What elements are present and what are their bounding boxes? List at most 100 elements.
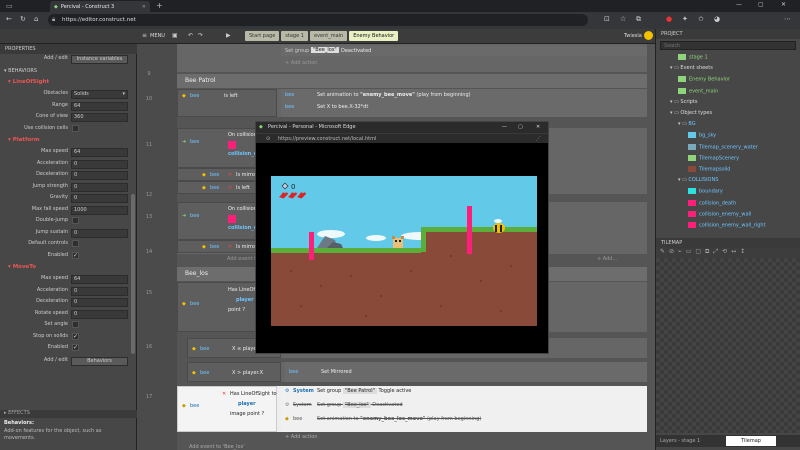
instance-variables-button[interactable]: Instance variables: [71, 55, 128, 64]
project-search-input[interactable]: [660, 41, 796, 50]
tab-event-main[interactable]: event_main: [309, 31, 348, 41]
scrollbar[interactable]: [131, 194, 135, 354]
project-tree-item[interactable]: stage 1: [678, 54, 708, 61]
tilemap-canvas[interactable]: [656, 258, 800, 433]
extensions-icon[interactable]: ✦: [682, 15, 688, 23]
checkbox[interactable]: ✓: [72, 344, 79, 351]
project-tree-item[interactable]: collision_enemy_wall: [688, 210, 751, 217]
extension-icon[interactable]: ●: [666, 15, 672, 23]
action-block[interactable]: bee Set animation to "enemy_bee_move" (p…: [281, 89, 647, 117]
property-value[interactable]: 0: [71, 159, 128, 169]
property-value[interactable]: 360: [71, 113, 128, 122]
undo-icon[interactable]: ↶: [188, 32, 193, 39]
behaviors-section-header[interactable]: ▾ BEHAVIORS: [0, 68, 130, 77]
property-value[interactable]: 0: [71, 171, 128, 180]
minimize-button[interactable]: —: [502, 122, 507, 133]
add-event-link[interactable]: Add event to 'Bee_los': [189, 444, 245, 450]
favorites-bar-icon[interactable]: ✩: [698, 15, 704, 23]
avatar[interactable]: [644, 31, 653, 40]
property-value[interactable]: 0: [71, 298, 128, 307]
project-tree-item[interactable]: ▾ ▭ COLLISIONS: [678, 177, 718, 183]
url-field[interactable]: 🔒︎ https://editor.construct.net: [48, 14, 588, 26]
project-tree-item[interactable]: ▾ ▭ Scripts: [670, 99, 698, 105]
new-tab-button[interactable]: +: [156, 1, 163, 10]
effects-header[interactable]: ▸ EFFECTS: [0, 410, 137, 418]
los-header[interactable]: ▾ LineOfSight: [8, 79, 49, 85]
favorite-icon[interactable]: ☆: [620, 15, 626, 23]
condition-block[interactable]: ◆ bee ✕ Has LineOfSight to player image …: [177, 386, 277, 432]
project-tree-item[interactable]: ▾ ▭ Event sheets: [670, 65, 713, 71]
close-button[interactable]: ✕: [536, 122, 540, 133]
checkbox[interactable]: ✓: [72, 251, 79, 259]
menu-icon[interactable]: ≡: [142, 32, 147, 39]
project-tree-item[interactable]: boundary: [688, 188, 723, 195]
maximize-button[interactable]: ▢: [758, 1, 764, 8]
collections-icon[interactable]: ⧉: [636, 15, 641, 24]
home-icon[interactable]: ⌂: [34, 15, 38, 23]
action-block[interactable]: Set group "Bee_los" Deactivated: [281, 46, 647, 56]
save-icon[interactable]: ▣: [172, 32, 178, 39]
tab-stage-1[interactable]: stage 1: [281, 31, 308, 41]
tab-actions-icon[interactable]: ▭: [6, 2, 13, 10]
condition-block[interactable]: ◆ bee is left: [177, 89, 277, 117]
property-value[interactable]: 64: [71, 148, 128, 157]
project-tree-item[interactable]: ▾ ▭ BG: [678, 121, 696, 127]
event-bee-is-left[interactable]: ◆ bee is left bee Set animation to "enem…: [177, 89, 647, 117]
project-tree-item[interactable]: ▾ ▭ Object types: [670, 110, 712, 116]
reader-icon[interactable]: ⊡: [604, 15, 610, 23]
tab-start-page[interactable]: Start page: [245, 31, 280, 41]
project-tree-item[interactable]: collision_death: [688, 199, 736, 206]
event-x-gt-player[interactable]: ◆ bee X > player.X bee Set Mirrored: [187, 362, 647, 382]
project-tree-item[interactable]: Tilemap_scenery_water: [688, 143, 758, 150]
minimize-button[interactable]: —: [736, 1, 742, 8]
checkbox[interactable]: [72, 217, 79, 224]
property-value[interactable]: 0: [71, 228, 128, 238]
action-block[interactable]: ⚙ System Set group "Bee Patrol" Toggle a…: [281, 386, 647, 432]
preview-play-icon[interactable]: ▶: [226, 32, 231, 39]
action-block[interactable]: bee Set Mirrored: [285, 362, 647, 382]
browser-tab[interactable]: ◆ Percival - Construct 3 ✕: [50, 1, 150, 12]
add-action-link[interactable]: + Add action: [285, 434, 317, 440]
condition-block[interactable]: ◆ bee X > player.X: [187, 362, 281, 382]
more-icon[interactable]: ⋯: [784, 15, 791, 23]
menu-button[interactable]: MENU: [150, 33, 165, 39]
close-window-button[interactable]: ✕: [781, 1, 786, 8]
tab-layers[interactable]: Layers - stage 1: [660, 438, 700, 444]
behaviors-button[interactable]: Behaviors: [71, 356, 128, 366]
checkbox[interactable]: [72, 240, 79, 247]
property-value[interactable]: 0: [71, 182, 128, 192]
profile-icon[interactable]: ◕: [714, 15, 720, 23]
project-tree-item[interactable]: bg_sky: [688, 132, 716, 139]
add-link[interactable]: + Add...: [597, 256, 617, 262]
close-tab-icon[interactable]: ✕: [142, 4, 146, 10]
platform-header[interactable]: ▾ Platform: [8, 137, 40, 143]
moveto-header[interactable]: ▾ MoveTo: [8, 264, 36, 270]
project-tree-item[interactable]: TilemapScenery: [688, 154, 739, 161]
property-value[interactable]: 0: [71, 309, 128, 319]
checkbox[interactable]: ✓: [72, 332, 79, 340]
group-header-bee-patrol[interactable]: Bee Patrol: [177, 74, 647, 88]
game-canvas[interactable]: 0: [271, 176, 537, 326]
checkbox[interactable]: [72, 124, 79, 132]
property-value[interactable]: 0: [71, 194, 128, 203]
project-tree-item[interactable]: event_main: [678, 87, 718, 94]
project-tree-item[interactable]: Enemy Behavior: [678, 76, 730, 83]
maximize-button[interactable]: ▢: [518, 122, 523, 133]
checkbox[interactable]: [72, 321, 79, 328]
obstacles-select[interactable]: Solids ▾: [71, 90, 128, 99]
popup-url[interactable]: https://preview.construct.net/local.html: [278, 136, 376, 142]
property-value[interactable]: 0: [71, 286, 128, 296]
property-value[interactable]: 1000: [71, 205, 128, 215]
event-row-top[interactable]: Set group "Bee_los" Deactivated + Add ac…: [177, 44, 647, 72]
property-value[interactable]: 64: [71, 275, 128, 284]
redo-icon[interactable]: ↷: [198, 32, 203, 39]
user-name[interactable]: Twiesla: [624, 33, 642, 39]
more-icon[interactable]: ⋰: [536, 134, 541, 144]
project-tree-item[interactable]: Tilemapsolid: [688, 166, 730, 173]
tilemap-tools[interactable]: ✎⊘⌁▭▢⧉⤢⟲↔↕: [656, 248, 800, 258]
tab-tilemap[interactable]: Tilemap: [726, 436, 776, 446]
refresh-icon[interactable]: ↻: [20, 15, 26, 23]
property-value[interactable]: 64: [71, 101, 128, 111]
tab-enemy-behavior[interactable]: Enemy Behavior: [349, 31, 399, 41]
add-action-link[interactable]: + Add action: [285, 60, 317, 66]
